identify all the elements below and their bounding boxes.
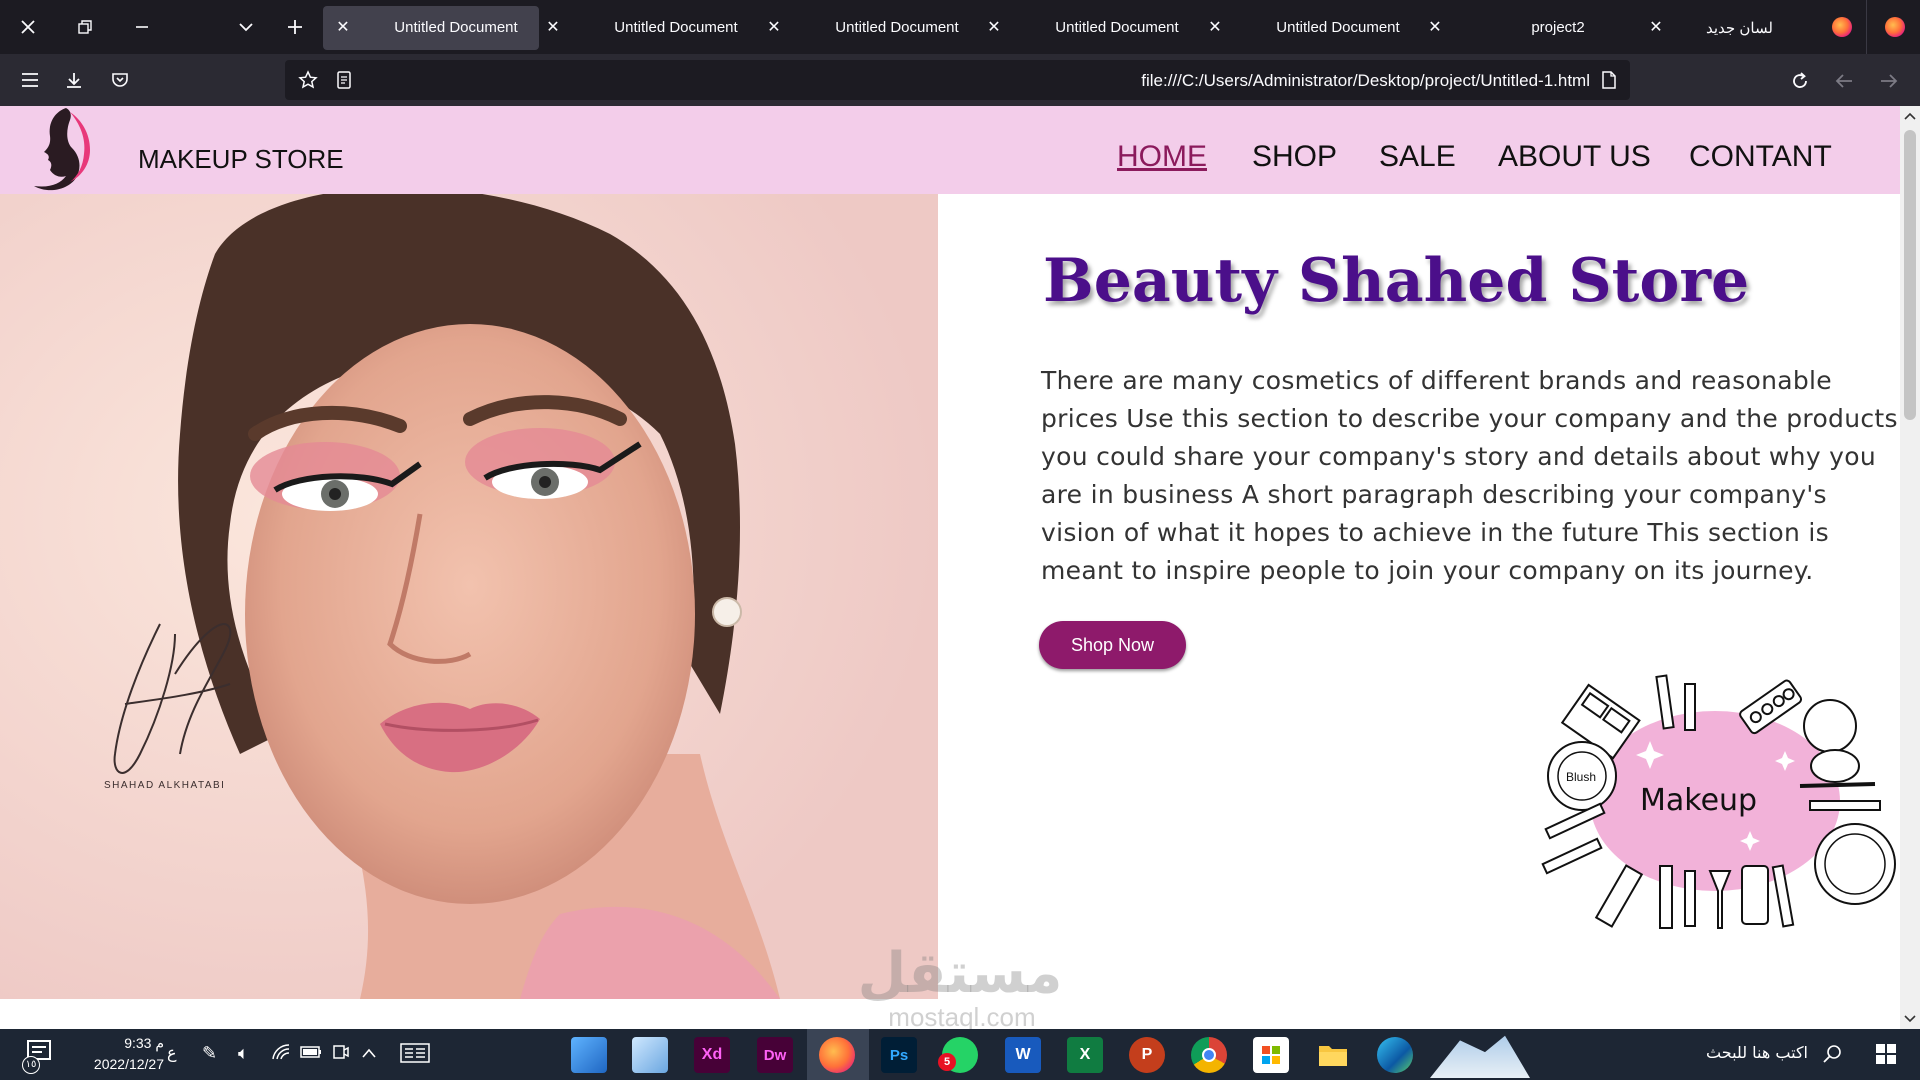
- arrow-right-icon[interactable]: [1874, 66, 1904, 96]
- wifi-icon[interactable]: [271, 1043, 291, 1066]
- excel-label: X: [1079, 1046, 1091, 1063]
- pocket-icon[interactable]: [105, 65, 135, 95]
- nav-contant[interactable]: CONTANT: [1689, 140, 1832, 174]
- vertical-scrollbar[interactable]: [1900, 106, 1920, 1029]
- chrome-center: [1202, 1048, 1216, 1062]
- search-box[interactable]: اكتب هنا للبحث: [1540, 1029, 1850, 1080]
- brand-name[interactable]: MAKEUP STORE: [138, 144, 344, 175]
- xd-label: Xd: [701, 1046, 723, 1063]
- signature-text: SHAHAD ALKHATABI: [104, 780, 225, 791]
- windows-start-icon[interactable]: [1875, 1043, 1897, 1069]
- page-title: Beauty Shahed Store: [1043, 246, 1750, 316]
- tab-label: Untitled Document: [614, 19, 738, 36]
- url-text[interactable]: file:///C:/Users/Administrator/Desktop/p…: [1141, 71, 1590, 91]
- file-explorer-icon[interactable]: [1315, 1037, 1351, 1073]
- word-label: W: [1015, 1046, 1031, 1063]
- tab-untitled-2[interactable]: ✕ Untitled Document: [543, 6, 759, 50]
- arrow-left-icon[interactable]: [1829, 66, 1859, 96]
- tab-untitled-5[interactable]: ✕ Untitled Document: [1205, 6, 1421, 50]
- clock-time[interactable]: 9:33 م: [64, 1035, 164, 1052]
- dreamweaver-icon[interactable]: Dw: [757, 1037, 793, 1073]
- firefox-icon: [1832, 17, 1852, 37]
- scroll-up-icon[interactable]: [1904, 111, 1916, 121]
- watermark-sub: mostaql.com: [888, 1002, 1036, 1029]
- tab-label: لسان جديد: [1706, 20, 1773, 37]
- scroll-down-icon[interactable]: [1904, 1014, 1916, 1024]
- news-widget-icon[interactable]: [400, 1043, 430, 1068]
- page-icon[interactable]: [1594, 65, 1624, 95]
- model-portrait: SHAHAD ALKHATABI: [0, 194, 938, 999]
- whatsapp-icon[interactable]: 5: [938, 1037, 978, 1073]
- pen-icon[interactable]: ✎: [202, 1043, 217, 1064]
- word-icon[interactable]: W: [1005, 1037, 1041, 1073]
- dw-label: Dw: [763, 1046, 787, 1064]
- page-viewport: MAKEUP STORE HOME SHOP SALE ABOUT US CON…: [0, 106, 1900, 1029]
- tab-label: Untitled Document: [1055, 19, 1179, 36]
- powerpoint-icon[interactable]: P: [1129, 1037, 1165, 1073]
- hamburger-icon[interactable]: [15, 65, 45, 95]
- store-icon[interactable]: [1253, 1037, 1289, 1073]
- tab-new-arabic[interactable]: ✕ لسان جديد: [1646, 6, 1866, 50]
- nav-home[interactable]: HOME: [1117, 140, 1207, 174]
- nav-about-us[interactable]: ABOUT US: [1498, 140, 1651, 174]
- search-placeholder: اكتب هنا للبحث: [1706, 1043, 1808, 1062]
- notification-count: ١٥: [22, 1056, 40, 1074]
- tab-untitled-4[interactable]: ✕ Untitled Document: [984, 6, 1200, 50]
- url-bar[interactable]: file:///C:/Users/Administrator/Desktop/p…: [285, 60, 1630, 100]
- download-icon[interactable]: [59, 65, 89, 95]
- firefox-icon[interactable]: [1885, 17, 1905, 37]
- chrome-icon[interactable]: [1191, 1037, 1227, 1073]
- nav-sale[interactable]: SALE: [1379, 140, 1456, 174]
- shop-now-button[interactable]: Shop Now: [1039, 621, 1186, 669]
- tab-label: Untitled Document: [835, 19, 959, 36]
- site-header: MAKEUP STORE HOME SHOP SALE ABOUT US CON…: [0, 106, 1900, 194]
- whatsapp-badge: 5: [938, 1053, 956, 1071]
- tab-bar: ✕ Untitled Document ✕ Untitled Document …: [0, 0, 1920, 54]
- tab-label: Untitled Document: [1276, 19, 1400, 36]
- tab-divider: [1866, 0, 1867, 54]
- scrollbar-thumb[interactable]: [1904, 130, 1916, 420]
- reader-icon[interactable]: [329, 65, 359, 95]
- taskbar: ١٥ 9:33 م 2022/12/27 ع ✎ 🔈︎ Xd Dw Ps 5 W…: [0, 1029, 1920, 1080]
- photos-icon[interactable]: [571, 1037, 607, 1073]
- notification-icon[interactable]: ١٥: [22, 1039, 54, 1075]
- photoshop-icon[interactable]: Ps: [881, 1037, 917, 1073]
- restore-icon[interactable]: [70, 12, 100, 42]
- xd-icon[interactable]: Xd: [694, 1037, 730, 1073]
- chevron-down-icon[interactable]: [231, 12, 261, 42]
- excel-icon[interactable]: X: [1067, 1037, 1103, 1073]
- battery-icon[interactable]: [300, 1043, 322, 1064]
- tab-untitled-1[interactable]: ✕ Untitled Document: [323, 6, 539, 50]
- tab-close-icon[interactable]: ✕: [1646, 17, 1666, 37]
- minimize-icon[interactable]: [127, 12, 157, 42]
- tab-label: Untitled Document: [394, 19, 518, 36]
- tab-label: project2: [1531, 19, 1585, 36]
- tab-untitled-3[interactable]: ✕ Untitled Document: [764, 6, 980, 50]
- ps-label: Ps: [889, 1046, 909, 1064]
- search-highlight-image: [1430, 1035, 1530, 1078]
- ppt-label: P: [1141, 1046, 1153, 1063]
- makeup-illustration: Blush Makeup: [1541, 674, 1896, 929]
- woman-profile-logo[interactable]: [26, 106, 92, 194]
- search-icon: [1823, 1045, 1841, 1063]
- hero-image: SHAHAD ALKHATABI: [0, 194, 938, 999]
- meet-now-icon[interactable]: [331, 1043, 349, 1066]
- watermark: مستقل: [857, 941, 1063, 1006]
- firefox-icon[interactable]: [819, 1037, 855, 1073]
- star-icon[interactable]: [293, 65, 323, 95]
- plus-icon[interactable]: [280, 12, 310, 42]
- tab-project2[interactable]: ✕ project2: [1425, 6, 1641, 50]
- language-indicator[interactable]: ع: [167, 1043, 177, 1062]
- paint-icon[interactable]: [632, 1037, 668, 1073]
- chevron-up-icon[interactable]: [361, 1043, 377, 1064]
- speaker-icon[interactable]: 🔈︎: [238, 1043, 249, 1064]
- makeup-label: Makeup: [1640, 783, 1757, 818]
- edge-icon[interactable]: [1377, 1037, 1413, 1073]
- intro-paragraph: There are many cosmetics of different br…: [1041, 366, 1898, 585]
- nav-shop[interactable]: SHOP: [1252, 140, 1337, 174]
- reload-icon[interactable]: [1785, 66, 1815, 96]
- blush-label: Blush: [1566, 770, 1596, 784]
- clock-date[interactable]: 2022/12/27: [64, 1056, 164, 1072]
- close-icon[interactable]: [13, 12, 43, 42]
